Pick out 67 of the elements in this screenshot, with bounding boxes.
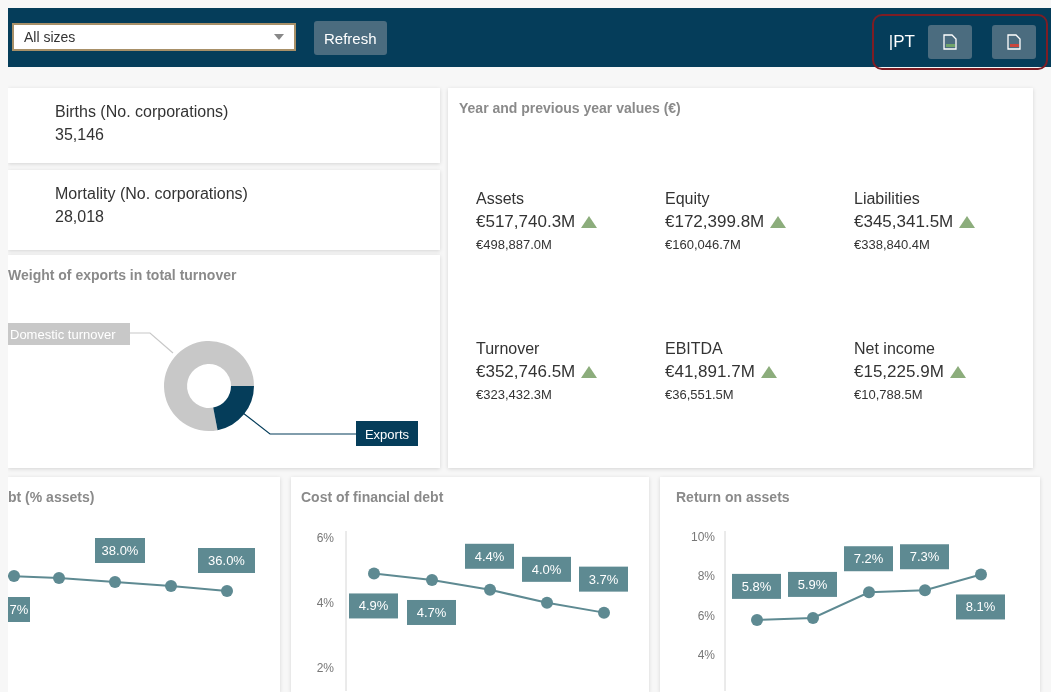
axis-tick-label: 4% [316, 595, 334, 610]
metric-value: €345,341.5M [854, 212, 954, 232]
previous-value: €498,887.0M [476, 237, 553, 252]
metric-label: Assets [476, 190, 525, 208]
language-label[interactable]: |PT [888, 32, 915, 52]
axis-tick-label: 2% [316, 661, 334, 676]
data-label: 3.7% [579, 566, 628, 592]
spreadsheet-export-button[interactable] [928, 25, 972, 59]
data-point [541, 596, 553, 609]
previous-value: €338,840.4M [854, 237, 931, 252]
data-point [751, 613, 763, 626]
segment-label: Exports [356, 421, 418, 446]
axis-tick-label: 8% [697, 569, 715, 584]
previous-value: €10,788.5M [854, 387, 924, 402]
caret-icon [274, 34, 284, 40]
previous-value: €160,046.7M [665, 237, 742, 252]
data-point [807, 611, 819, 624]
metric-value: €517,740.3M [476, 212, 576, 232]
data-label: 4.0% [522, 556, 571, 582]
data-label: 4.9% [349, 593, 398, 619]
data-point [863, 586, 875, 599]
data-label: 7.3% [900, 544, 949, 570]
metric-label: EBITDA [665, 340, 724, 358]
metric-label: Turnover [476, 340, 541, 358]
refresh-button[interactable]: Refresh [314, 21, 387, 55]
metric-value: €352,746.5M [476, 362, 576, 382]
axis-tick-label: 6% [697, 608, 715, 623]
metric-value: €15,225.9M [854, 362, 944, 382]
data-point [368, 567, 380, 580]
chart-title: bt (% assets) [8, 489, 95, 505]
chart-title: Return on assets [676, 489, 790, 505]
data-label: 7% [8, 597, 30, 622]
kpi-value: 35,146 [55, 126, 105, 144]
chart-title: Weight of exports in total turnover [8, 267, 237, 283]
previous-value: €36,551.5M [665, 387, 735, 402]
pdf-export-button[interactable] [992, 25, 1036, 59]
axis-tick-label: 4% [697, 648, 715, 663]
leader-line [129, 332, 174, 354]
data-label: 4.7% [407, 600, 456, 625]
kpi-label: Mortality (No. corporations) [55, 185, 249, 203]
metric-label: Equity [665, 190, 711, 208]
data-label: 4.4% [465, 543, 514, 569]
data-point [598, 606, 610, 619]
data-point [919, 584, 931, 597]
data-point [975, 568, 987, 581]
data-label: 8.1% [956, 594, 1005, 620]
metric-label: Liabilities [854, 190, 921, 208]
file-icon [943, 34, 957, 50]
data-label: 38.0% [95, 538, 145, 563]
metric-label: Net income [854, 340, 936, 358]
kpi-label: Births (No. corporations) [55, 103, 230, 121]
data-label: 5.9% [788, 571, 837, 597]
data-point [484, 583, 496, 596]
kpi-value: 28,018 [55, 208, 105, 226]
previous-value: €323,432.3M [476, 387, 553, 402]
axis-tick-label: 6% [316, 530, 334, 545]
metric-value: €172,399.8M [665, 212, 765, 232]
data-label: 7.2% [844, 546, 893, 572]
chart-title: Cost of financial debt [301, 489, 444, 505]
card-title: Year and previous year values (€) [459, 100, 681, 116]
data-point [426, 574, 438, 586]
axis-tick-label: 10% [690, 529, 715, 544]
metric-value: €41,891.7M [665, 362, 755, 382]
size-dropdown[interactable]: All sizes [12, 23, 296, 51]
data-label: 36.0% [198, 548, 255, 573]
data-label: 5.8% [732, 573, 781, 599]
file-icon [1007, 34, 1021, 50]
